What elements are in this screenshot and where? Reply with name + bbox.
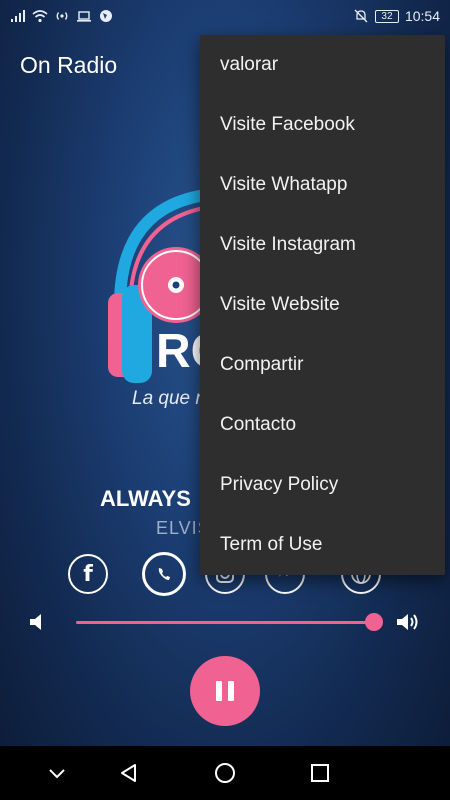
status-right-icons: 32 10:54 [353, 8, 440, 24]
nav-home-icon[interactable] [212, 760, 238, 786]
menu-item-compartir[interactable]: Compartir [200, 335, 445, 395]
menu-item-term-of-use[interactable]: Term of Use [200, 515, 445, 575]
hotspot-icon [56, 12, 68, 20]
volume-slider-thumb[interactable] [365, 613, 383, 631]
mute-icon [354, 9, 368, 23]
battery-icon: 32 [374, 9, 399, 23]
nav-back-icon[interactable] [116, 760, 142, 786]
status-left-icons [10, 9, 114, 23]
menu-item-privacy-policy[interactable]: Privacy Policy [200, 455, 445, 515]
menu-item-contacto[interactable]: Contacto [200, 395, 445, 455]
pause-button[interactable] [190, 656, 260, 726]
menu-item-visite-whatapp[interactable]: Visite Whatapp [200, 155, 445, 215]
laptop-icon [77, 11, 91, 22]
overflow-menu: valorar Visite Facebook Visite Whatapp Visi… [200, 35, 445, 575]
nav-recents-icon[interactable] [307, 760, 333, 786]
menu-item-visite-facebook[interactable]: Visite Facebook [200, 95, 445, 155]
volume-slider-track[interactable] [76, 621, 374, 624]
volume-high-icon[interactable] [394, 610, 422, 634]
menu-item-visite-website[interactable]: Visite Website [200, 275, 445, 335]
wifi-icon [32, 10, 48, 23]
status-time: 10:54 [404, 8, 440, 24]
globe-icon [100, 10, 112, 22]
song-title: ALWAYS [100, 486, 191, 511]
volume-low-icon[interactable] [26, 610, 54, 634]
status-bar: 32 10:54 [0, 0, 450, 32]
nav-down-icon[interactable] [44, 760, 70, 786]
facebook-button[interactable]: f [68, 554, 108, 594]
logo-tagline: La que n [132, 388, 206, 409]
facebook-icon: f [83, 561, 93, 587]
volume-row [0, 606, 450, 638]
menu-item-visite-instagram[interactable]: Visite Instagram [200, 215, 445, 275]
menu-item-valorar[interactable]: valorar [200, 35, 445, 95]
app-title: On Radio [20, 52, 118, 78]
whatsapp-button[interactable] [142, 552, 186, 596]
whatsapp-icon [158, 568, 170, 580]
app-screen: 32 10:54 On Radio RC La que n ALWAYS ELV… [0, 0, 450, 800]
system-nav-bar [0, 746, 450, 800]
signal-icon [11, 10, 25, 22]
pause-icon [213, 681, 237, 701]
